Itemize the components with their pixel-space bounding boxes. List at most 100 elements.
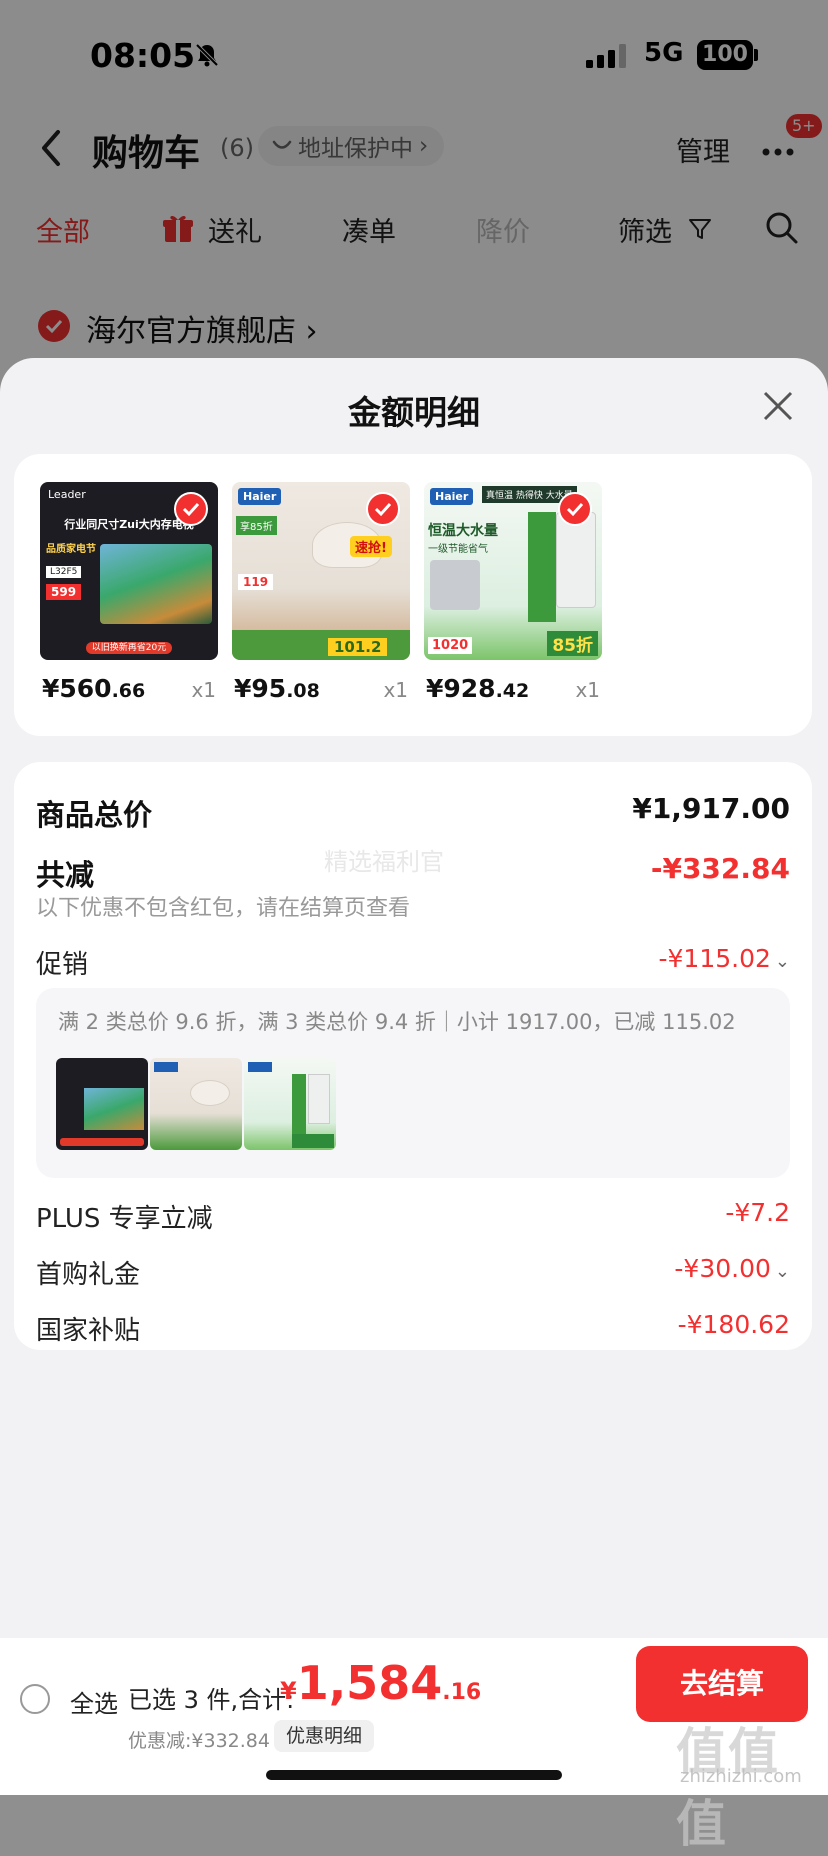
promo-label: 促销	[36, 950, 89, 980]
selected-products-card: Leader 行业同尺寸Zui大内存电视 品质家电节 L32F5 599 以旧换…	[14, 454, 812, 736]
brand-logo: Leader	[48, 488, 86, 501]
tab-filter[interactable]: 筛选	[618, 210, 672, 249]
filter-funnel-icon	[687, 216, 713, 246]
discount-detail-button[interactable]: 优惠明细	[274, 1720, 375, 1752]
footer-price: 101.2	[328, 638, 388, 656]
tab-bundle[interactable]: 凑单	[342, 210, 396, 249]
select-all-label[interactable]: 全选	[70, 1684, 118, 1719]
address-protect-pill[interactable]: 地址保护中 ›	[258, 126, 445, 166]
promo-row[interactable]: 促销 -¥115.02 ⌄	[36, 944, 790, 984]
cart-page-background: 08:05 5G 100 购物车 (6) 地址保护中 › 管理 5+ 全部 送礼…	[0, 0, 828, 400]
total-reduce-value: -¥332.84	[650, 852, 790, 885]
tab-price-drop[interactable]: 降价	[476, 210, 530, 249]
plus-discount-label: PLUS 专享立减	[36, 1204, 213, 1234]
total-price-row: 商品总价 ¥1,917.00	[36, 792, 790, 832]
message-badge: 5+	[786, 114, 822, 138]
tab-all[interactable]: 全部	[36, 210, 90, 249]
cart-count: (6)	[220, 134, 254, 162]
product-price: ¥95.08	[234, 674, 320, 703]
battery-tip	[754, 49, 758, 61]
product-price: ¥928.42	[426, 674, 530, 703]
first-order-gift-value: -¥30.00	[674, 1254, 771, 1283]
store-check-icon[interactable]	[38, 310, 70, 342]
total-price-value: ¥1,917.00	[632, 792, 790, 825]
shield-icon	[272, 140, 292, 149]
chevron-right-icon: ›	[419, 133, 429, 159]
network-type: 5G	[644, 38, 684, 68]
total-price-label: 商品总价	[36, 798, 153, 832]
address-protect-label: 地址保护中	[298, 136, 413, 162]
national-subsidy-value: -¥180.62	[677, 1310, 790, 1339]
store-name[interactable]: 海尔官方旗舰店 ›	[86, 306, 318, 350]
product-price: ¥560.66	[42, 674, 146, 703]
chevron-down-icon[interactable]: ⌄	[775, 951, 790, 972]
sheet-title: 金额明细	[348, 393, 480, 432]
checked-icon[interactable]	[558, 492, 592, 526]
promo-price: 1020	[428, 637, 473, 654]
product-footer: 以旧换新再省20元	[85, 642, 173, 654]
total-reduce-row: 共减 -¥332.84	[36, 852, 790, 892]
national-subsidy-label: 国家补贴	[36, 1316, 141, 1346]
product-footer: 85折	[547, 631, 598, 656]
back-arrow-icon[interactable]	[36, 126, 66, 170]
promo-price: 119	[238, 574, 274, 590]
more-icon[interactable]	[760, 136, 800, 160]
amount-detail-sheet: 金额明细 Leader 行业同尺寸Zui大内存电视 品质家电节 L32F5 59…	[0, 358, 828, 1795]
mute-bell-icon	[194, 42, 220, 72]
select-all-radio[interactable]	[20, 1684, 50, 1714]
manage-button[interactable]: 管理	[676, 130, 730, 169]
big-number-one	[528, 512, 556, 622]
discount-summary: 优惠减:¥332.84	[128, 1730, 270, 1752]
product-qty: x1	[383, 678, 408, 702]
checked-icon[interactable]	[174, 492, 208, 526]
product-headline: 恒温大水量	[428, 523, 498, 539]
product-headline: 速抢!	[350, 536, 392, 557]
tab-gift[interactable]: 送礼	[208, 210, 262, 249]
product-qty: x1	[575, 678, 600, 702]
product-thumbnail: Haier 享85折 速抢! 119 101.2	[232, 482, 410, 660]
gift-icon	[162, 212, 194, 248]
tv-screen-image	[100, 544, 212, 624]
promo-value: -¥115.02	[658, 944, 771, 973]
watermark-url: zhizhizhi.com	[680, 1766, 802, 1787]
promo-price: 599	[46, 584, 82, 600]
product-thumbnail: Leader 行业同尺寸Zui大内存电视 品质家电节 L32F5 599 以旧换…	[40, 482, 218, 660]
status-bar: 08:05 5G 100	[0, 0, 828, 110]
filter-tabs: 全部 送礼 凑单 降价 筛选	[0, 200, 828, 260]
price-details-card: 商品总价 ¥1,917.00 精选福利官 共减 -¥332.84 以下优惠不包含…	[14, 762, 812, 1350]
coupon-note: 以下优惠不包含红包，请在结算页查看	[36, 896, 411, 921]
cell-signal-icon	[586, 44, 630, 72]
promo-detail-box: 满 2 类总价 9.6 折，满 3 类总价 9.4 折｜小计 1917.00，已…	[36, 988, 790, 1178]
selected-count-label: 已选 3 件,合计:	[128, 1686, 295, 1714]
checked-icon[interactable]	[366, 492, 400, 526]
product-tag: 品质家电节	[46, 544, 96, 555]
product-qty: x1	[191, 678, 216, 702]
brand-logo: Haier	[238, 488, 282, 505]
mini-product-thumb	[150, 1058, 242, 1150]
chevron-down-icon[interactable]: ⌄	[775, 1261, 790, 1282]
national-subsidy-row: 国家补贴 -¥180.62	[36, 1310, 790, 1350]
gauge-image	[430, 560, 480, 610]
product-model: L32F5	[46, 566, 82, 578]
checkout-button[interactable]: 去结算	[636, 1646, 808, 1722]
brand-logo: Haier	[430, 488, 474, 505]
mini-product-thumb	[244, 1058, 336, 1150]
close-icon[interactable]	[760, 388, 796, 424]
product-tag: 享85折	[236, 516, 277, 535]
plus-discount-row: PLUS 专享立减 -¥7.2	[36, 1198, 790, 1238]
page-title: 购物车	[92, 133, 201, 174]
product-thumbnail: Haier 真恒温 热得快 大水量 恒温大水量 一级节能省气 1020 85折	[424, 482, 602, 660]
total-reduce-label: 共减	[36, 858, 95, 892]
search-icon[interactable]	[764, 210, 800, 250]
nav-bar: 购物车 (6) 地址保护中 › 管理 5+	[0, 110, 828, 190]
mini-product-thumb	[56, 1058, 148, 1150]
first-order-gift-label: 首购礼金	[36, 1260, 141, 1290]
home-indicator[interactable]	[266, 1770, 562, 1780]
status-time: 08:05	[90, 36, 196, 75]
product-subline: 一级节能省气	[428, 544, 488, 555]
plus-discount-value: -¥7.2	[725, 1198, 790, 1227]
first-order-gift-row[interactable]: 首购礼金 -¥30.00 ⌄	[36, 1254, 790, 1294]
grand-total: ¥1,584.16	[280, 1656, 482, 1710]
battery-icon: 100	[697, 40, 753, 70]
promo-description: 满 2 类总价 9.6 折，满 3 类总价 9.4 折｜小计 1917.00，已…	[58, 1010, 736, 1034]
